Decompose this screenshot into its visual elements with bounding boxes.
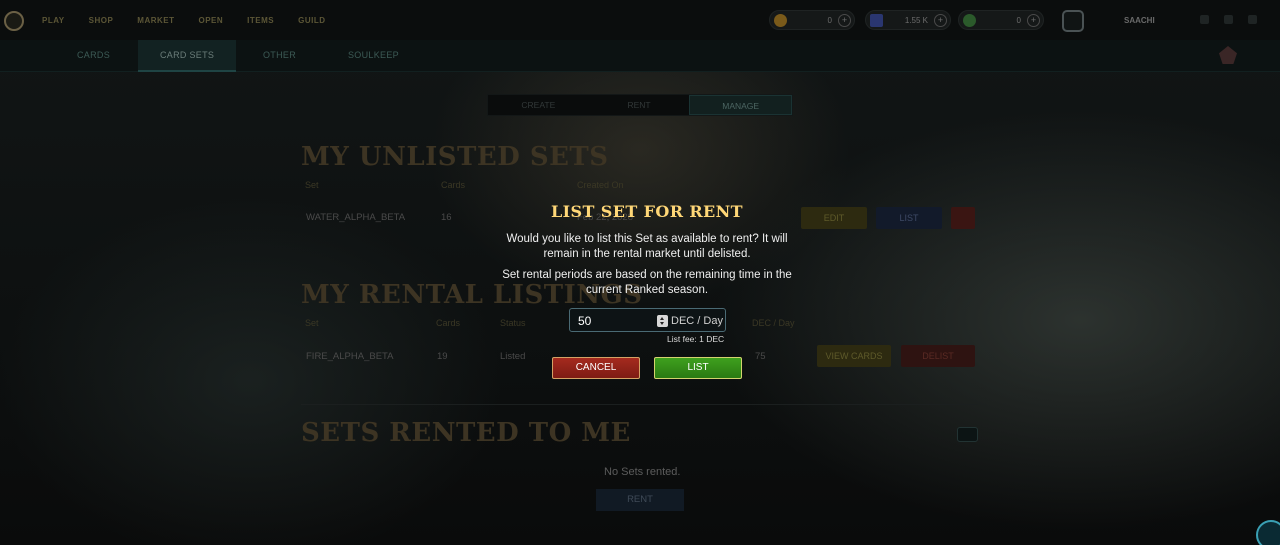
rented-to-me-title: SETS RENTED TO ME: [301, 418, 631, 448]
list-set-modal: LIST SET FOR RENT Would you like to list…: [452, 192, 842, 392]
feather-icon: [963, 14, 976, 27]
dec-per-day-input[interactable]: 50 DEC / Day: [569, 308, 726, 332]
settings-icon[interactable]: [1224, 15, 1233, 24]
list-toggle-icon[interactable]: [957, 427, 978, 442]
nav-play[interactable]: PLAY: [42, 16, 65, 25]
rent-button[interactable]: RENT: [596, 489, 684, 511]
segment-rent[interactable]: RENT: [588, 95, 690, 115]
modal-title: LIST SET FOR RENT: [551, 202, 743, 221]
avatar[interactable]: [1062, 10, 1084, 32]
amount-value[interactable]: 50: [578, 314, 591, 328]
tab-cards[interactable]: CARDS: [77, 40, 110, 72]
dec-balance: 1.55 K +: [865, 10, 951, 30]
tab-other[interactable]: OTHER: [263, 40, 296, 72]
mode-selector: CREATE RENT MANAGE: [487, 94, 793, 116]
modal-note: Set rental periods are based on the rema…: [502, 269, 792, 296]
amount-stepper-icon[interactable]: [657, 315, 668, 327]
list-button[interactable]: LIST: [654, 357, 742, 379]
rental-header-set: Set: [305, 318, 319, 328]
tab-soulkeep[interactable]: SOULKEEP: [348, 40, 399, 72]
top-bar: PLAY SHOP MARKET OPEN ITEMS GUILD 0 + 1.…: [0, 0, 1280, 40]
unlisted-sets-title: MY UNLISTED SETS: [301, 142, 609, 172]
nav-guild[interactable]: GUILD: [298, 16, 325, 25]
unlisted-set-cards: 16: [441, 212, 452, 223]
rental-set-name: FIRE_ALPHA_BETA: [306, 351, 394, 362]
modal-description: Would you like to list this Set as avail…: [506, 233, 788, 260]
no-sets-message: No Sets rented.: [604, 466, 681, 478]
app-page: PLAY SHOP MARKET OPEN ITEMS GUILD 0 + 1.…: [0, 0, 1280, 545]
dec-icon: [870, 14, 883, 27]
dec-value: 1.55 K: [904, 16, 928, 25]
username[interactable]: SAACHI: [1124, 16, 1155, 25]
segment-create[interactable]: CREATE: [488, 95, 589, 115]
nav-market[interactable]: MARKET: [137, 16, 174, 25]
guild-icon[interactable]: [1219, 46, 1237, 64]
add-dec-button[interactable]: +: [934, 14, 947, 27]
menu-icon[interactable]: [1248, 15, 1257, 24]
feather-value: 0: [1016, 16, 1021, 25]
sub-nav: CARDS CARD SETS OTHER SOULKEEP: [0, 40, 1280, 72]
list-set-button[interactable]: LIST: [876, 207, 942, 229]
header-created: Created On: [577, 180, 624, 190]
nav-shop[interactable]: SHOP: [89, 16, 114, 25]
notifications-icon[interactable]: [1200, 15, 1209, 24]
rental-set-cards: 19: [437, 351, 448, 362]
tab-card-sets[interactable]: CARD SETS: [138, 40, 237, 72]
help-icon[interactable]: [1256, 520, 1280, 545]
segment-manage[interactable]: MANAGE: [689, 95, 793, 115]
unlisted-set-name: WATER_ALPHA_BETA: [306, 212, 406, 223]
header-set: Set: [305, 180, 319, 190]
section-divider: [301, 404, 978, 405]
coin-balance: 0 +: [769, 10, 855, 30]
list-fee: List fee: 1 DEC: [667, 334, 725, 344]
logo-icon[interactable]: [4, 11, 24, 31]
delist-button[interactable]: DELIST: [901, 345, 975, 367]
nav-items[interactable]: ITEMS: [247, 16, 274, 25]
header-cards: Cards: [441, 180, 466, 190]
nav-open[interactable]: OPEN: [199, 16, 224, 25]
coin-icon: [774, 14, 787, 27]
coin-value: 0: [827, 16, 832, 25]
feather-balance: 0 +: [958, 10, 1044, 30]
add-coin-button[interactable]: +: [838, 14, 851, 27]
delete-icon[interactable]: [951, 207, 975, 229]
cancel-button[interactable]: CANCEL: [552, 357, 640, 379]
add-feather-button[interactable]: +: [1027, 14, 1040, 27]
main-nav: PLAY SHOP MARKET OPEN ITEMS GUILD: [42, 16, 350, 25]
amount-unit: DEC / Day: [671, 315, 723, 327]
